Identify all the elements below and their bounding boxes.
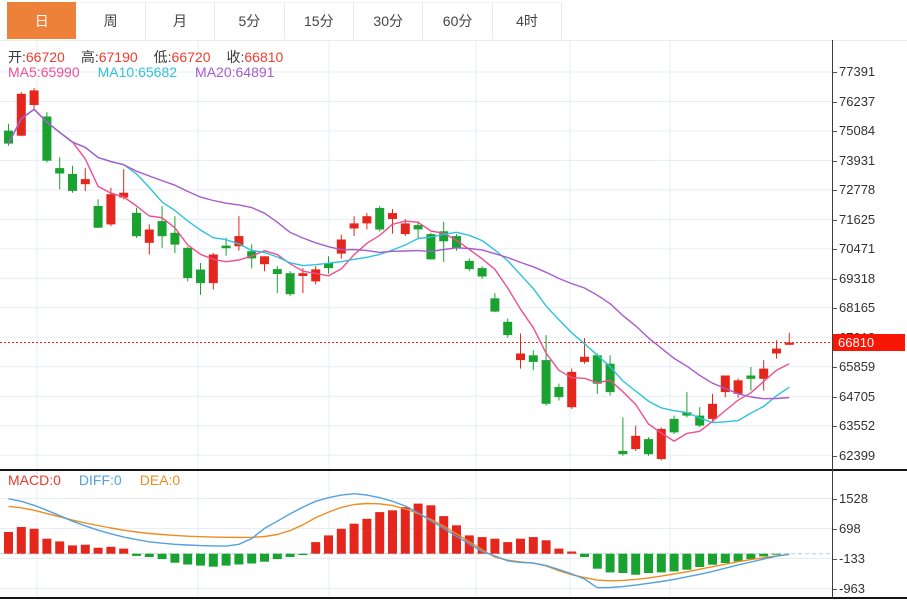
legend-item: DEA:0 <box>139 472 181 488</box>
legend-item: MA20:64891 <box>195 64 275 80</box>
axis-tick-label: -133 <box>832 551 865 567</box>
axis-tick-label: 64705 <box>832 389 875 405</box>
timeframe-tab[interactable]: 60分 <box>423 2 493 39</box>
timeframe-tab[interactable]: 4时 <box>492 2 563 39</box>
axis-tick-label: 62399 <box>832 448 875 464</box>
axis-tick-label: 73931 <box>832 153 875 169</box>
timeframe-tab[interactable]: 周 <box>76 2 146 39</box>
axis-tick-label: 65859 <box>832 359 875 375</box>
axis-tick-label: 69318 <box>832 271 875 287</box>
bottom-border <box>0 597 907 599</box>
legend-item: 收:66810 <box>226 49 284 65</box>
legend-item: MA10:65682 <box>97 64 178 80</box>
legend-item: 开:66720 <box>8 49 65 65</box>
axis-tick-label: 63552 <box>832 418 875 434</box>
ma-legend-line: MA5:65990 MA10:65682 MA20:64891 <box>8 64 292 80</box>
timeframe-tab[interactable]: 日 <box>7 2 77 39</box>
price-axis: 66810 77391 76237 75084 73931 72778 71625 7047… <box>832 40 907 598</box>
axis-tick-label: -963 <box>832 581 865 597</box>
timeframe-tab[interactable]: 15分 <box>284 2 354 39</box>
timeframe-tabbar: 日周月 5分 15分 30分 60分 4时 <box>0 0 907 41</box>
axis-tick-label: 68165 <box>832 300 875 316</box>
timeframe-tab[interactable]: 30分 <box>354 2 424 39</box>
macd-info-line: MACD:0 DIFF:0 DEA:0 <box>8 472 198 488</box>
timeframe-tab[interactable]: 月 <box>145 2 216 39</box>
axis-tick-label: 76237 <box>832 94 875 110</box>
axis-tick-label: 77391 <box>832 64 875 80</box>
axis-tick-label: 72778 <box>832 182 875 198</box>
price-axis-line <box>832 40 833 598</box>
legend-item: DIFF:0 <box>78 472 122 488</box>
legend-item: 低:66720 <box>153 49 211 65</box>
timeframe-tab[interactable]: 5分 <box>215 2 285 39</box>
panel-separator <box>0 469 907 471</box>
current-price-badge: 66810 <box>833 334 905 351</box>
axis-tick-label: 71625 <box>832 212 875 228</box>
axis-tick-label: 75084 <box>832 123 875 139</box>
axis-tick-label: 1528 <box>832 491 868 507</box>
legend-item: MA5:65990 <box>8 64 80 80</box>
legend-item: 高:67190 <box>80 49 138 65</box>
macd-chart[interactable] <box>0 470 832 597</box>
candlestick-chart[interactable] <box>0 40 832 470</box>
axis-tick-label: 698 <box>832 521 861 537</box>
legend-item: MACD:0 <box>8 472 61 488</box>
axis-tick-label: 70471 <box>832 241 875 257</box>
